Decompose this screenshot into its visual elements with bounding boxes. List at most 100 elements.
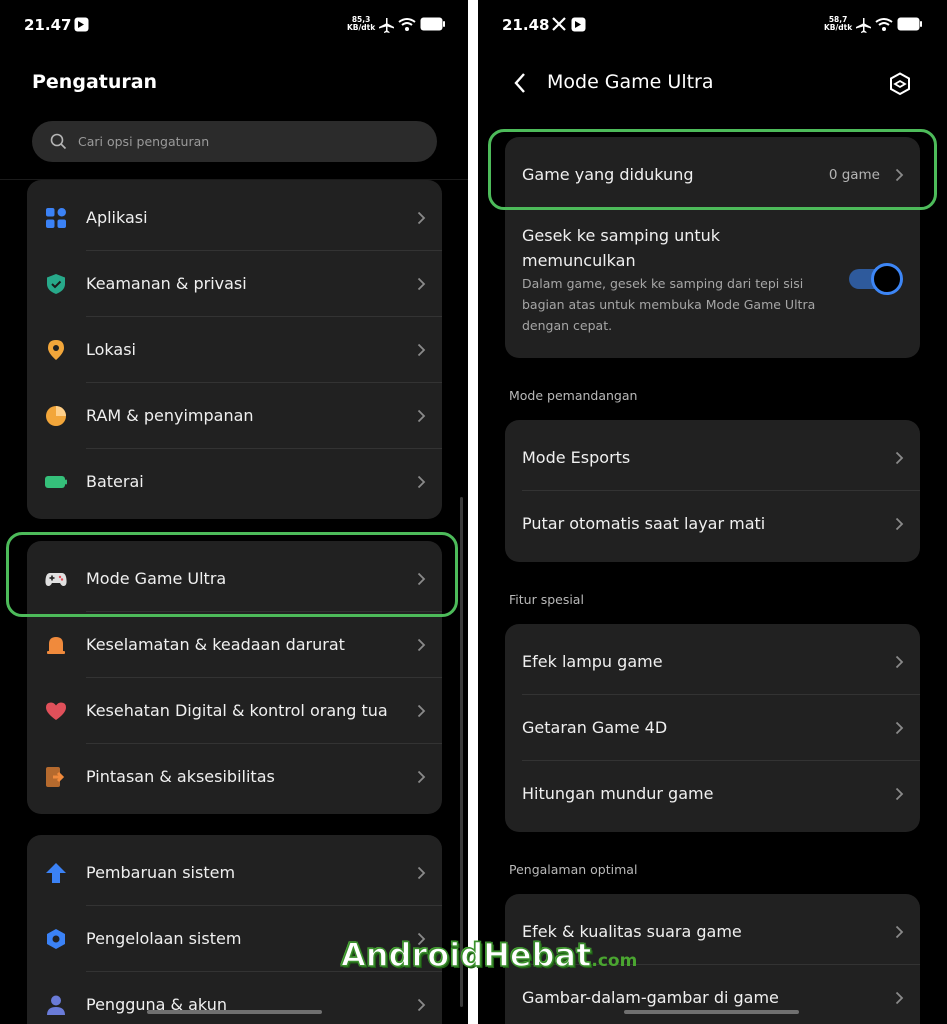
search-bar[interactable]: Cari opsi pengaturan (32, 121, 437, 162)
chevron-right-icon (417, 475, 426, 489)
page-title: Mode Game Ultra (547, 71, 714, 93)
chevron-right-icon (417, 211, 426, 225)
network-speed: 85,3 KB/dtk (347, 15, 376, 32)
back-arrow-icon[interactable] (513, 72, 527, 94)
shield-icon (47, 274, 65, 294)
status-time: 21.48 (502, 16, 550, 34)
swipe-toggle[interactable] (849, 263, 903, 295)
settings-item-label: Gambar-dalam-gambar di game (522, 988, 779, 1007)
settings-item-label: Pembaruan sistem (86, 863, 236, 882)
settings-group-1: Aplikasi Keamanan & privasi Lokasi RAM &… (27, 180, 442, 519)
status-bar: 21.47 85,3 KB/dtk (0, 16, 468, 36)
settings-item-baterai[interactable]: Baterai (27, 449, 442, 515)
chevron-right-icon (895, 925, 904, 939)
storage-pie-icon (46, 406, 66, 426)
settings-item-lokasi[interactable]: Lokasi (27, 317, 442, 383)
x-app-icon (552, 17, 566, 31)
heart-icon (46, 702, 66, 720)
settings-item-label: Pintasan & aksesibilitas (86, 767, 275, 786)
section-card-mode-pemandangan: Mode Esports Putar otomatis saat layar m… (505, 420, 920, 562)
wifi-icon (875, 18, 893, 31)
highlight-box (6, 532, 458, 617)
battery-status-icon (420, 17, 445, 31)
status-bar: 21.48 58,7 KB/dtk (478, 16, 947, 36)
settings-group-3: Pembaruan sistem Pengelolaan sistem Peng… (27, 835, 442, 1024)
shortcut-icon (46, 767, 65, 787)
network-speed: 58,7 KB/dtk (824, 15, 853, 32)
settings-item-label: RAM & penyimpanan (86, 406, 254, 425)
settings-item-label: Lokasi (86, 340, 136, 359)
notification-app-icon (571, 17, 586, 32)
section-card-fitur-spesial: Efek lampu game Getaran Game 4D Hitungan… (505, 624, 920, 832)
settings-item-efek-lampu[interactable]: Efek lampu game (505, 629, 920, 695)
location-pin-icon (48, 340, 64, 360)
settings-item-keselamatan[interactable]: Keselamatan & keadaan darurat (27, 612, 442, 678)
settings-item-label: Pengelolaan sistem (86, 929, 242, 948)
user-icon (47, 995, 65, 1015)
chevron-right-icon (417, 638, 426, 652)
settings-item-label: Baterai (86, 472, 144, 491)
home-indicator[interactable] (147, 1010, 322, 1014)
wifi-icon (398, 18, 416, 31)
chevron-right-icon (895, 991, 904, 1005)
settings-item-hitungan-mundur[interactable]: Hitungan mundur game (505, 761, 920, 827)
section-title: Mode pemandangan (509, 388, 638, 403)
chevron-right-icon (895, 655, 904, 669)
apps-icon (46, 208, 66, 228)
swipe-setting-description: Dalam game, gesek ke samping dari tepi s… (522, 276, 816, 333)
chevron-right-icon (417, 998, 426, 1012)
chevron-right-icon (895, 517, 904, 531)
settings-item-label: Getaran Game 4D (522, 718, 668, 737)
status-time: 21.47 (24, 16, 72, 34)
battery-icon (45, 476, 67, 488)
update-arrow-icon (46, 863, 66, 883)
airplane-mode-icon (379, 18, 394, 33)
settings-item-label: Keamanan & privasi (86, 274, 247, 293)
home-indicator[interactable] (624, 1010, 799, 1014)
chevron-right-icon (417, 343, 426, 357)
chevron-right-icon (895, 451, 904, 465)
settings-item-pembaruan-sistem[interactable]: Pembaruan sistem (27, 840, 442, 906)
watermark-logo: AndroidHebat.com (340, 935, 638, 975)
settings-item-label: Putar otomatis saat layar mati (522, 514, 766, 533)
scrollbar[interactable] (460, 497, 463, 1007)
chevron-right-icon (417, 866, 426, 880)
settings-item-getaran-4d[interactable]: Getaran Game 4D (505, 695, 920, 761)
settings-item-keamanan-privasi[interactable]: Keamanan & privasi (27, 251, 442, 317)
search-icon (50, 133, 67, 150)
settings-item-kesehatan-digital[interactable]: Kesehatan Digital & kontrol orang tua (27, 678, 442, 744)
battery-status-icon (897, 17, 922, 31)
chevron-right-icon (417, 770, 426, 784)
chevron-right-icon (417, 704, 426, 718)
highlight-box (488, 129, 937, 210)
settings-item-pengguna-akun[interactable]: Pengguna & akun (27, 972, 442, 1024)
mode-game-ultra-screen: 21.48 58,7 KB/dtk Mode Game Ultra Game y… (478, 0, 947, 1024)
settings-item-label: Aplikasi (86, 208, 148, 227)
notification-app-icon (74, 17, 89, 32)
settings-item-pintasan[interactable]: Pintasan & aksesibilitas (27, 744, 442, 810)
chevron-right-icon (417, 409, 426, 423)
alarm-bell-icon (47, 637, 65, 654)
airplane-mode-icon (856, 18, 871, 33)
settings-item-mode-esports[interactable]: Mode Esports (505, 425, 920, 491)
settings-item-aplikasi[interactable]: Aplikasi (27, 185, 442, 251)
game-mode-settings-icon[interactable] (889, 72, 911, 96)
chevron-right-icon (895, 721, 904, 735)
settings-item-label: Mode Esports (522, 448, 631, 467)
settings-item-label: Kesehatan Digital & kontrol orang tua (86, 701, 388, 720)
settings-item-label: Keselamatan & keadaan darurat (86, 635, 345, 654)
settings-item-label: Hitungan mundur game (522, 784, 714, 803)
settings-item-label: Efek lampu game (522, 652, 663, 671)
chevron-right-icon (417, 277, 426, 291)
settings-item-putar-otomatis[interactable]: Putar otomatis saat layar mati (505, 491, 920, 557)
swipe-setting-title: Gesek ke samping untuk memunculkan (522, 226, 721, 270)
section-title: Pengalaman optimal (509, 862, 638, 877)
page-title: Pengaturan (32, 71, 158, 93)
hexagon-icon (47, 929, 65, 949)
settings-item-ram-penyimpanan[interactable]: RAM & penyimpanan (27, 383, 442, 449)
search-placeholder: Cari opsi pengaturan (78, 134, 210, 149)
section-title: Fitur spesial (509, 592, 584, 607)
toggle-knob (871, 263, 903, 295)
chevron-right-icon (895, 787, 904, 801)
settings-screen: 21.47 85,3 KB/dtk Pengaturan Cari opsi pe… (0, 0, 468, 1024)
